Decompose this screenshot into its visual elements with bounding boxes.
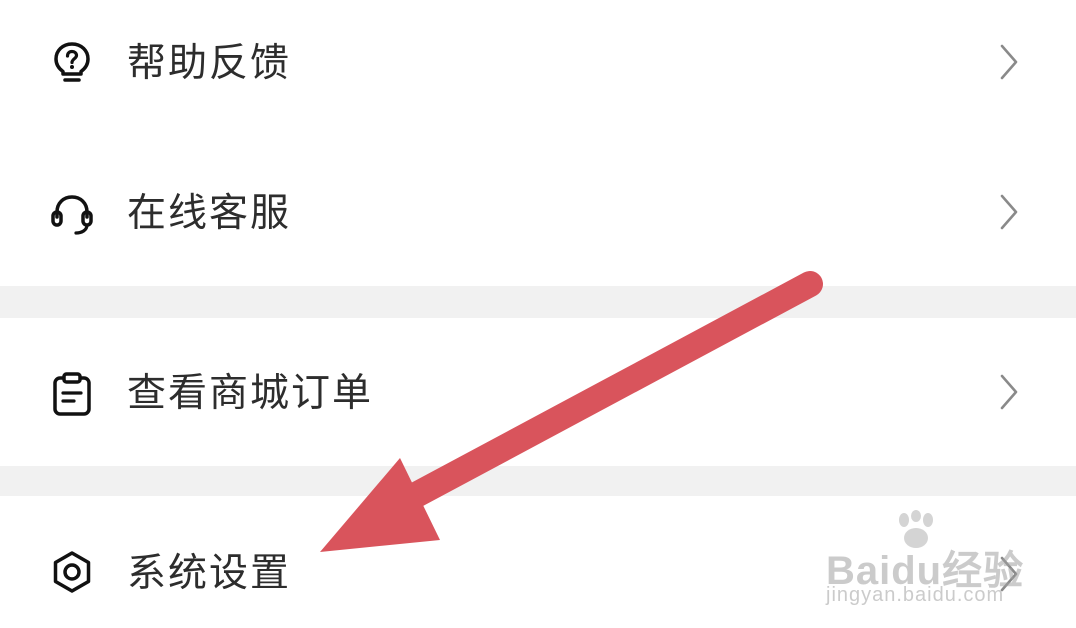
chevron-right-icon xyxy=(996,42,1022,82)
watermark-url: jingyan.baidu.com xyxy=(826,584,1005,606)
menu-item-label: 在线客服 xyxy=(127,191,292,236)
menu-item-label: 查看商城订单 xyxy=(127,371,374,416)
chevron-right-icon xyxy=(996,192,1022,232)
menu-item-online-service[interactable]: 在线客服 xyxy=(0,136,1076,286)
menu-item-help-feedback[interactable]: 帮助反馈 xyxy=(0,0,1076,136)
chevron-right-icon xyxy=(996,372,1022,412)
clipboard-icon xyxy=(48,370,96,418)
menu-item-label: 系统设置 xyxy=(127,551,292,596)
baidu-jingyan-watermark: Baidu经验 jingyan.baidu.com xyxy=(826,510,1046,610)
section-divider xyxy=(0,286,1076,318)
headset-icon xyxy=(48,190,96,238)
section-divider xyxy=(0,466,1076,496)
hexagon-settings-icon xyxy=(48,548,96,596)
menu-item-mall-orders[interactable]: 查看商城订单 xyxy=(0,318,1076,466)
help-bulb-icon xyxy=(48,38,96,86)
menu-item-label: 帮助反馈 xyxy=(127,41,292,86)
